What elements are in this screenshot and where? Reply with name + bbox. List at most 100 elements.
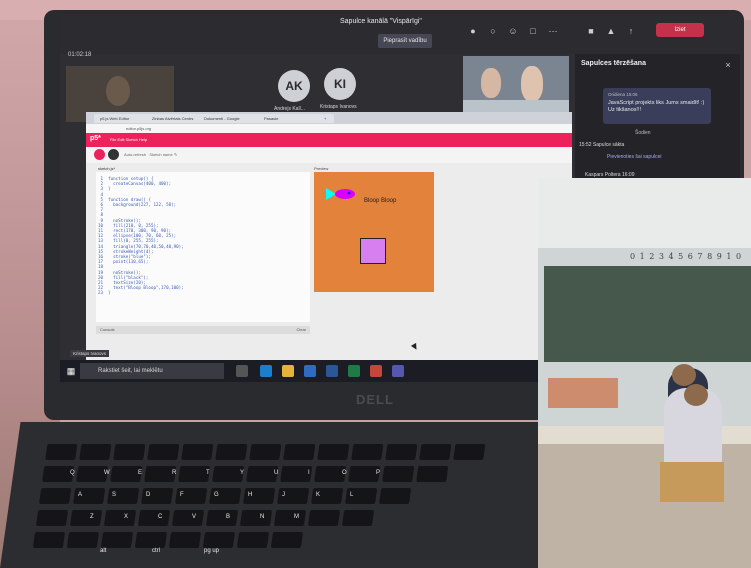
participant-head [106,76,130,106]
keyboard-key [137,510,171,526]
key-label: J [282,492,285,498]
fish-shape [326,188,355,200]
chat-icon[interactable]: ○ [488,26,498,36]
people-icon[interactable]: ● [468,26,478,36]
sketch-name: Sketch name ✎ [149,152,178,157]
windows-start-icon[interactable]: ▦ [66,366,76,376]
rooms-icon[interactable]: □ [528,26,538,36]
mic-off-icon[interactable]: ▲ [606,26,616,36]
keyboard-key [38,488,72,504]
keyboard-key [419,444,452,460]
user-chip: Kristaps Ivanovs [70,350,110,357]
green-chalkboard [544,266,751,362]
meeting-started-line: 15:52 Sapulce sākta [579,142,625,148]
key-row [38,488,412,504]
fish-eye [347,191,351,195]
fish-tail [326,188,336,200]
file-tab[interactable]: sketch.js* [98,166,115,171]
key-label: S [112,492,117,498]
leave-button[interactable]: Iziet [656,23,704,37]
mail-icon[interactable] [304,365,316,377]
browser-tab[interactable]: p5.js Web Editor [94,114,148,123]
keyboard-key [351,444,384,460]
keyboard-key [317,444,350,460]
address-bar[interactable]: editor.p5js.org [86,124,572,133]
key-label: O [342,470,347,476]
key-row [45,444,486,460]
key-label: N [260,514,265,520]
more-icon[interactable]: ⋯ [548,26,558,36]
taskbar-search[interactable]: Rakstiet šeit, lai meklētu [80,363,224,379]
keyboard-key [134,532,168,548]
code-editor[interactable]: 1 function setup() { 2 createCanvas(400,… [96,172,310,322]
keyboard-key [181,444,214,460]
participant-name: Kristaps Ivanovs [320,104,357,110]
key-label: V [192,514,197,520]
keyboard-key [273,510,307,526]
clear-button[interactable]: Clear [296,326,306,334]
stop-button[interactable] [108,149,119,160]
task-view-icon[interactable] [236,365,248,377]
preview-label: Preview [314,166,329,171]
new-tab-button[interactable]: + [318,114,334,123]
browser-tab[interactable]: Dokumenti - Google [198,114,260,123]
browser-tab[interactable]: Zinbas Atvērtais Centrs [146,114,200,123]
photo-scene: Sapulce kanālā "Vispārīgi" 01:02:18 Piep… [0,0,751,568]
keyboard-key [378,488,412,504]
keyboard-key [205,510,239,526]
p5-header [86,133,572,147]
auto-refresh-toggle[interactable]: Auto-refresh Sketch name ✎ [124,152,177,157]
key-label: E [138,470,143,476]
key-label: K [316,492,321,498]
student-head [672,364,696,386]
key-label: G [214,492,219,498]
sketch-canvas: Bloop Bloop [314,172,434,292]
keyboard-key [66,532,100,548]
teams-icon[interactable] [392,365,404,377]
join-meeting-link[interactable]: Pievienoties šai sapulcei [607,154,661,160]
keyboard-key [35,510,69,526]
key-label: Y [240,470,245,476]
console-bar[interactable]: Console Clear [96,326,310,334]
powerpoint-icon[interactable] [370,365,382,377]
teacher-desk [548,378,618,408]
word-icon[interactable] [326,365,338,377]
excel-icon[interactable] [348,365,360,377]
key-label: T [206,470,210,476]
console-label: Console [100,327,115,332]
keyboard-key [171,510,205,526]
key-label: alt [100,548,107,554]
p5-menu[interactable]: File Edit Sketch Help [110,137,147,142]
browser-tab[interactable]: Pasaule [258,114,320,123]
keyboard-key [239,510,273,526]
board-digits: 0 1 2 3 4 5 6 7 8 9 1 0 [630,252,743,261]
date-divider: Šodien [635,130,651,136]
key-label: H [248,492,253,498]
person-figure [521,66,543,102]
edge-icon[interactable] [260,365,272,377]
keyboard-key [79,444,112,460]
keyboard-key [453,444,486,460]
keyboard-key [32,532,66,548]
key-label: Z [90,514,94,520]
keyboard-key [113,444,146,460]
keyboard-key [249,444,282,460]
keyboard-key [100,532,134,548]
reactions-icon[interactable]: ☺ [508,26,518,36]
share-icon[interactable]: ↑ [626,26,636,36]
chat-message: Oridiena 15:06 JavaScript projekts liks … [603,88,711,124]
key-label: P [376,470,381,476]
play-button[interactable] [94,149,105,160]
key-label: M [294,514,299,520]
key-label: ctrl [152,548,160,554]
canvas-square [360,238,386,264]
camera-icon[interactable]: ■ [586,26,596,36]
request-control-button[interactable]: Pieprasīt vadību [378,34,432,48]
close-icon[interactable]: × [723,60,733,70]
file-explorer-icon[interactable] [282,365,294,377]
teams-window-title: Sapulce kanālā "Vispārīgi" [340,18,422,25]
key-label: I [308,470,310,476]
student-head [684,384,708,406]
avatar: KI [324,68,356,100]
fish-body [335,189,355,199]
